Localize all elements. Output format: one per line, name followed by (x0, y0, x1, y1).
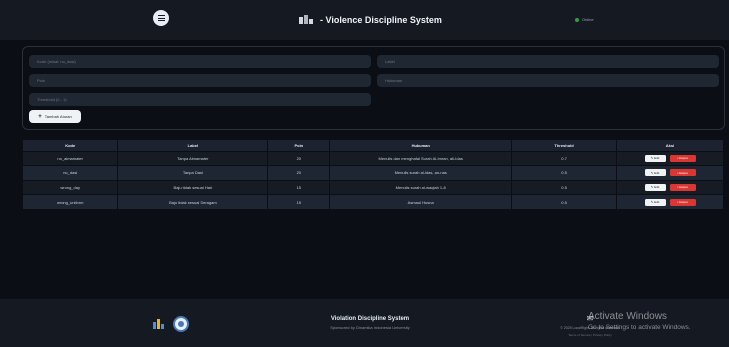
edit-label: Edit (654, 156, 660, 161)
cell-threshold: 0.5 (511, 179, 618, 195)
edit-icon: ✎ (650, 200, 654, 205)
university-logo-icon (173, 316, 189, 332)
top-header: - Violence Discipline System Online (0, 0, 729, 40)
app-title: - Violence Discipline System (320, 14, 442, 25)
footer-sponsor: Sponsored by Dinamika Indonesia Universi… (330, 325, 410, 330)
footer-center: Violation Discipline System Sponsored by… (282, 316, 458, 330)
column-header-kode: Kode (23, 140, 119, 151)
add-rule-label: Tambah Aturan (44, 114, 72, 119)
cell-poin: 20 (267, 165, 331, 181)
edit-button[interactable]: ✎ Edit (644, 198, 666, 206)
footer-links[interactable]: Terms of Service | Privacy Policy (510, 333, 670, 337)
plus-icon: + (38, 113, 42, 120)
brand-icon (299, 15, 313, 24)
edit-label: Edit (654, 170, 660, 175)
cell-threshold: 0.5 (511, 165, 618, 181)
cell-actions: ✎ Edit ▪ Hapus (616, 194, 724, 210)
cell-poin: 20 (267, 150, 331, 166)
delete-button[interactable]: ▪ Hapus (669, 169, 696, 177)
cell-hukuman: Menulis dan menghafal Surah Al-Imran, al… (329, 150, 513, 166)
menu-icon (157, 15, 165, 21)
cell-label: Tanpa Dasi (117, 165, 269, 181)
edit-button[interactable]: ✎ Edit (644, 169, 666, 177)
edit-icon: ✎ (650, 156, 654, 161)
menu-button[interactable] (153, 10, 169, 26)
trash-icon: ▪ (677, 170, 679, 175)
delete-label: Hapus (679, 156, 688, 161)
cell-actions: ✎ Edit ▪ Hapus (616, 165, 724, 181)
footer-logos (152, 316, 189, 332)
cell-threshold: 0.5 (511, 194, 618, 210)
cell-poin: 15 (267, 194, 331, 210)
add-rule-button[interactable]: + Tambah Aturan (29, 110, 81, 123)
cell-actions: ✎ Edit ▪ Hapus (616, 179, 724, 195)
status-indicator: Online (575, 17, 594, 22)
poin-input[interactable]: Poin (29, 74, 371, 87)
column-header-label: Label (117, 140, 269, 151)
edit-label: Edit (654, 200, 660, 205)
column-header-aksi: Aksi (616, 140, 724, 151)
edit-button[interactable]: ✎ Edit (644, 183, 666, 191)
delete-label: Hapus (679, 185, 688, 190)
cell-kode: no_almamater (23, 150, 119, 166)
edit-icon: ✎ (650, 185, 654, 190)
windows-activation-watermark: Activate Windows Go to Settings to activ… (588, 311, 728, 331)
delete-label: Hapus (679, 200, 688, 205)
cell-threshold: 0.7 (511, 150, 618, 166)
online-dot-icon (575, 17, 579, 22)
edit-label: Edit (654, 185, 660, 190)
column-header-threshold: Threshold (511, 140, 618, 151)
delete-button[interactable]: ▪ Hapus (669, 198, 696, 206)
cell-label: Baju tidak sesuai Seragam (117, 194, 269, 210)
cell-hukuman: Menulis surah al-idas, an-nas (329, 165, 513, 181)
cell-poin: 15 (267, 179, 331, 195)
table-row: no_dasi Tanpa Dasi 20 Menulis surah al-i… (23, 165, 724, 181)
activation-subtitle: Go to Settings to activate Windows. (588, 324, 691, 331)
delete-label: Hapus (679, 170, 688, 175)
cell-label: Baju tidak sesuai Hari (117, 179, 269, 195)
cell-actions: ✎ Edit ▪ Hapus (616, 150, 724, 166)
cell-kode: no_dasi (23, 165, 119, 181)
delete-button[interactable]: ▪ Hapus (669, 183, 696, 191)
threshold-input[interactable]: Threshold (0 - 1) (29, 93, 371, 106)
trash-icon: ▪ (677, 185, 679, 190)
cell-kode: wrong_day (23, 179, 119, 195)
status-text: Online (582, 17, 594, 22)
kode-input[interactable]: Kode (misal: no_dasi) (29, 55, 371, 68)
brand: - Violence Discipline System (298, 14, 442, 25)
cell-hukuman: Asmaul Husna (329, 194, 513, 210)
cell-hukuman: Menulis surah al-waqiah 1-8 (329, 179, 513, 195)
edit-icon: ✎ (650, 170, 654, 175)
hukuman-input[interactable]: Hukuman (377, 74, 719, 87)
label-input[interactable]: Label (377, 55, 719, 68)
table-header-row: Kode Label Poin Hukuman Threshold Aksi (23, 140, 724, 151)
edit-button[interactable]: ✎ Edit (644, 154, 666, 162)
trash-icon: ▪ (677, 156, 679, 161)
footer-title: Violation Discipline System (330, 316, 410, 322)
rules-table: Kode Label Poin Hukuman Threshold Aksi n… (23, 140, 724, 210)
cell-label: Tanpa Almamater (117, 150, 269, 166)
column-header-poin: Poin (267, 140, 331, 151)
delete-button[interactable]: ▪ Hapus (669, 154, 696, 162)
cell-kode: wrong_uniform (23, 194, 119, 210)
table-row: wrong_uniform Baju tidak sesuai Seragam … (23, 194, 724, 210)
sponsor-logo-icon (153, 319, 164, 329)
column-header-hukuman: Hukuman (329, 140, 513, 151)
table-row: wrong_day Baju tidak sesuai Hari 15 Menu… (23, 179, 724, 195)
table-row: no_almamater Tanpa Almamater 20 Menulis … (23, 150, 724, 166)
activation-title: Activate Windows (588, 311, 667, 322)
trash-icon: ▪ (677, 200, 679, 205)
rule-form: Kode (misal: no_dasi) Label Poin Hukuman… (22, 46, 725, 130)
